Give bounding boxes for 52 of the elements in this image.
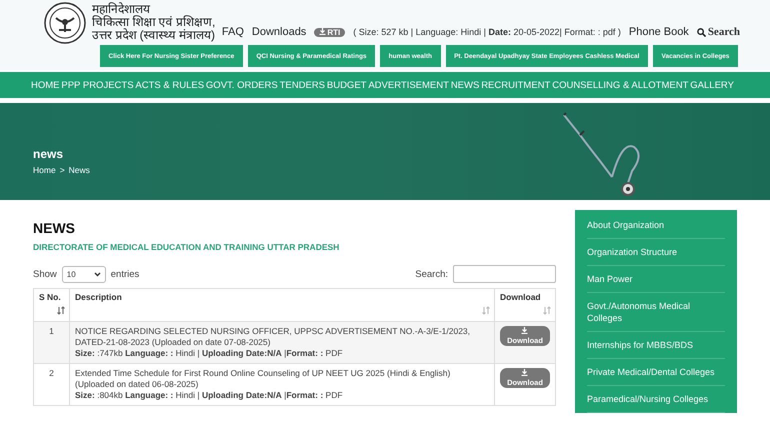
news-description: Extended Time Schedule for First Round Online Counseling of UP NEET UG 2025 (Hindi & English) (Uploaded on dated 06-08-2025) — [75, 368, 452, 390]
breadcrumb-link[interactable]: News — [68, 164, 90, 174]
org-name-line: उत्तर प्रदेश (स्वास्थ्य मंत्रालय) — [92, 29, 216, 42]
breadcrumb-separator: > — [60, 164, 65, 174]
table-search-field[interactable] — [453, 265, 556, 283]
column-header[interactable]: Description — [75, 292, 122, 302]
sidebar-menu-item[interactable]: Organization Structure — [587, 239, 725, 266]
org-name-line: महानिदेशालय — [92, 3, 150, 16]
header-link[interactable]: Downloads — [252, 26, 306, 38]
sidebar-menu-item[interactable]: Man Power — [587, 266, 725, 293]
nav-menu-item[interactable]: ADVERTISEMENT — [368, 80, 449, 90]
rti-file-info: ( Size: 527 kb | Language: Hindi | Date: 20-05-2022| Format: : pdf ) — [353, 27, 621, 37]
breadcrumb-link[interactable]: Home — [33, 164, 56, 174]
nav-menu-item[interactable]: COUNSELLING & ALLOTMENT — [552, 80, 688, 90]
sort-icon[interactable] — [57, 306, 65, 317]
banner-title: news — [33, 146, 64, 160]
header-link[interactable]: FAQ — [222, 26, 244, 38]
sidebar-menu-item[interactable]: Private Medical/Dental Colleges — [587, 359, 725, 386]
download-icon — [521, 327, 528, 334]
nav-menu-item[interactable]: HOME — [31, 80, 60, 90]
sidebar-menu-item[interactable]: Paramedical/Nursing Colleges — [587, 386, 725, 413]
nav-menu-item[interactable]: RECRUITMENT — [481, 80, 550, 90]
nav-menu-item[interactable]: NEWS — [450, 80, 480, 90]
phone-book-link[interactable]: Phone Book — [628, 26, 689, 38]
search-link[interactable]: Search — [696, 26, 740, 38]
entries-label: entries — [110, 268, 140, 280]
rti-badge[interactable]: RTI — [314, 28, 346, 36]
nav-menu-item[interactable]: TENDERS — [280, 80, 325, 90]
sidebar-menu-item[interactable]: About Organization — [587, 212, 725, 239]
nav-menu-item[interactable]: PPP PROJECTS — [61, 80, 134, 90]
sidebar-menu-item[interactable]: Govt./Autonomus Medical Colleges — [587, 293, 725, 332]
serial-number-cell: 2 — [34, 364, 70, 406]
nav-menu-item[interactable]: GOVT. ORDERS — [206, 80, 278, 90]
entries-select[interactable]: 10 — [62, 266, 106, 282]
caret-icon — [94, 272, 101, 276]
news-description: NOTICE REGARDING SELECTED NURSING OFFICER, UPPSC ADVERTISEMENT NO.-A-3/E-1/2023, DATED-21-08-2023 (Uploaded on date 07-08-2025) — [75, 326, 472, 348]
column-header[interactable]: S No. — [39, 292, 61, 302]
search-icon — [696, 28, 706, 36]
page-subheading: DIRECTORATE OF MEDICAL EDUCATION AND TRAINING UTTAR PRADESH — [33, 242, 340, 252]
file-details: Size: :804kb Language: : Hindi | Uploading Date:N/A |Format: : PDF — [75, 390, 344, 401]
serial-number-cell: 1 — [34, 322, 70, 364]
nav-menu-item[interactable]: BUDGET — [326, 80, 366, 90]
download-icon — [521, 369, 528, 376]
show-label: Show — [33, 268, 57, 280]
search-label: Search: — [415, 268, 448, 280]
download-icon — [319, 28, 326, 34]
page-heading: NEWS — [33, 220, 76, 236]
nav-menu-item[interactable]: GALLERY — [690, 80, 734, 90]
nav-menu-item[interactable]: ACTS & RULES — [135, 80, 204, 90]
sidebar-menu-item[interactable]: Internships for MBBS/BDS — [587, 332, 725, 359]
org-name-line: चिकित्सा शिक्षा एवं प्रशिक्षण, — [92, 16, 216, 29]
file-details: Size: :747kb Language: : Hindi | Uploading Date:N/A |Format: : PDF — [75, 348, 344, 359]
